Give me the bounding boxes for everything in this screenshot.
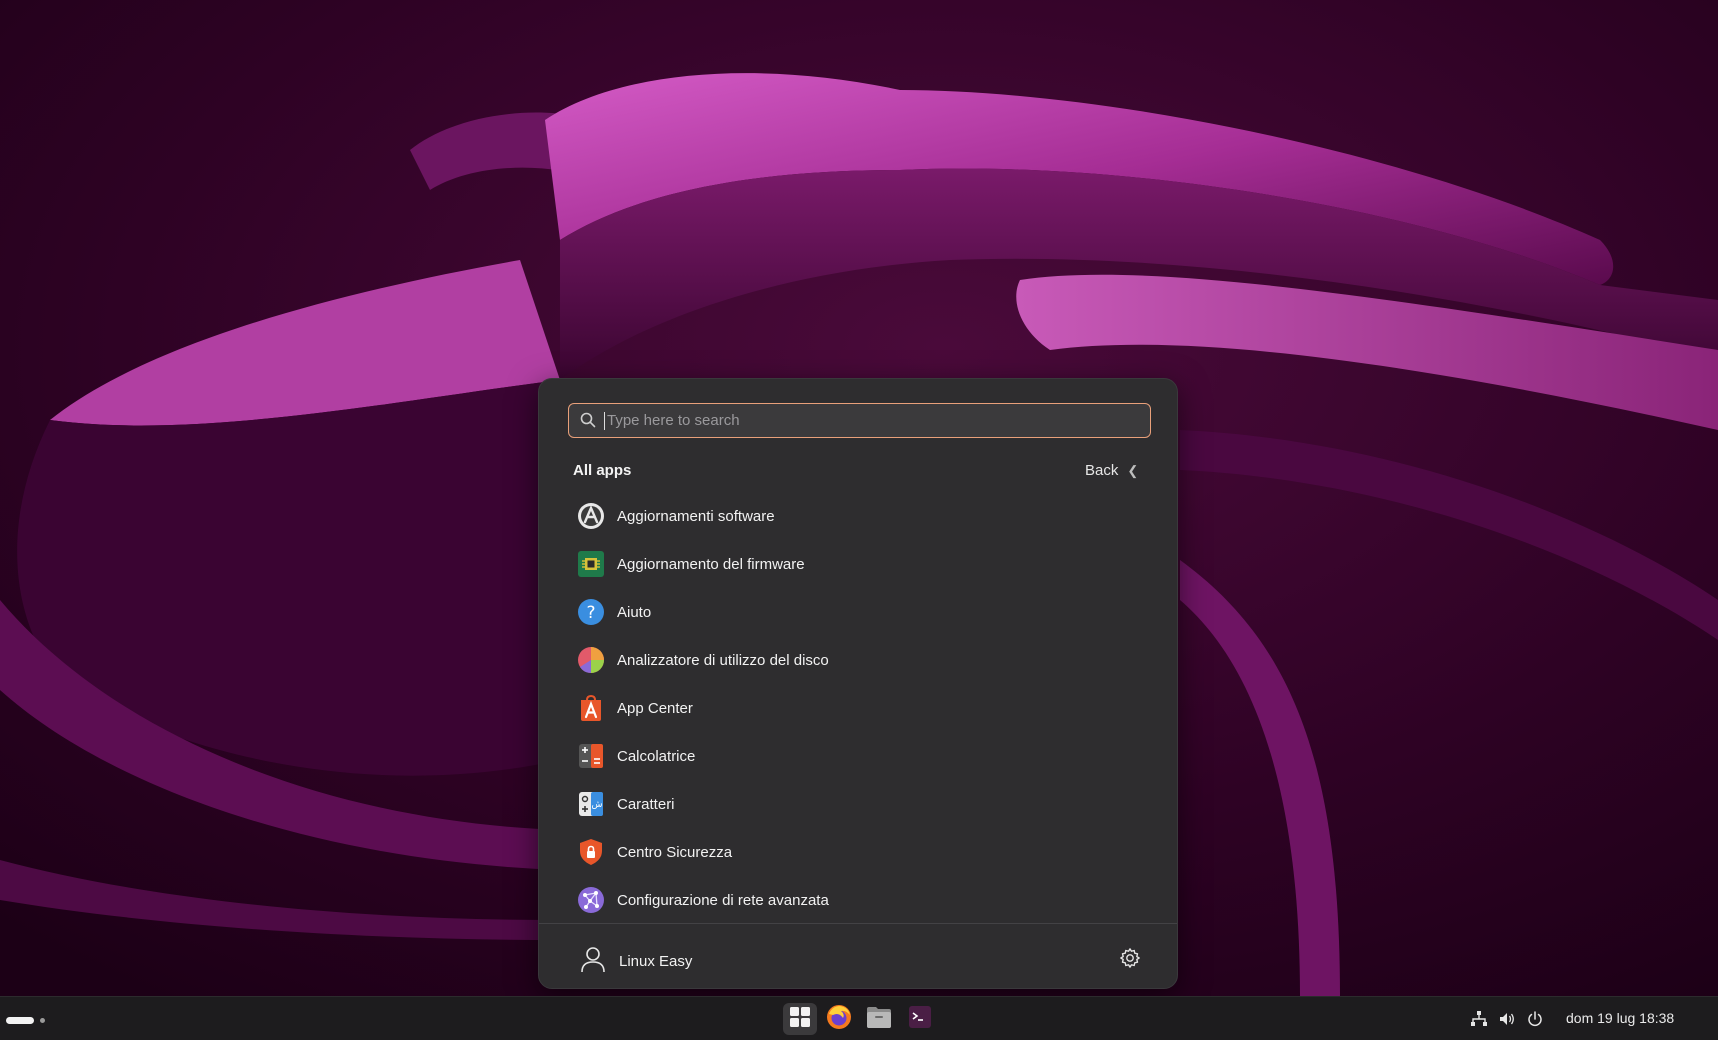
software-updater-icon [577,502,605,530]
apps-grid-icon [789,1006,811,1033]
clock[interactable]: dom 19 lug 18:38 [1566,1010,1674,1026]
settings-gear-button[interactable] [1119,947,1141,974]
workspace-indicator-active[interactable] [6,1017,34,1024]
back-label: Back [1085,462,1119,479]
volume-icon[interactable] [1498,1010,1516,1033]
app-label: Aggiornamenti software [617,507,775,525]
app-list: Aggiornamenti software Aggiornamento del… [573,492,1153,924]
app-item-centro-sicurezza[interactable]: Centro Sicurezza [573,828,1153,876]
network-config-icon [577,886,605,914]
app-item-aggiornamento-firmware[interactable]: Aggiornamento del firmware [573,540,1153,588]
calculator-icon [577,742,605,770]
app-item-analizzatore-disco[interactable]: Analizzatore di utilizzo del disco [573,636,1153,684]
app-item-calcolatrice[interactable]: Calcolatrice [573,732,1153,780]
app-label: Configurazione di rete avanzata [617,891,829,909]
apps-grid-button[interactable] [783,1003,817,1035]
files-launcher[interactable] [862,1003,896,1035]
app-item-aiuto[interactable]: ? Aiuto [573,588,1153,636]
section-title: All apps [573,462,632,479]
app-item-app-center[interactable]: App Center [573,684,1153,732]
app-label: App Center [617,699,693,717]
app-item-configurazione-rete[interactable]: Configurazione di rete avanzata [573,876,1153,924]
app-label: Aiuto [617,603,652,621]
files-icon [866,1005,892,1034]
svg-text:?: ? [586,603,595,623]
disk-usage-pie-icon [577,646,605,674]
app-label: Aggiornamento del firmware [617,555,805,573]
user-icon [579,945,607,978]
security-shield-icon [577,838,605,866]
text-cursor [604,412,605,430]
network-icon[interactable] [1470,1010,1488,1033]
app-label: Analizzatore di utilizzo del disco [617,651,829,669]
menu-divider [539,923,1177,924]
user-account-button[interactable]: Linux Easy [579,945,692,978]
user-name: Linux Easy [619,953,693,970]
gear-icon [1119,948,1141,973]
back-button[interactable]: Back ❮ [1085,462,1138,479]
terminal-launcher[interactable] [903,1003,937,1035]
app-menu-popup: Type here to search All apps Back ❮ Aggi… [538,378,1178,989]
svg-text:ش: ش [592,800,603,810]
power-icon[interactable] [1526,1010,1544,1033]
help-question-icon: ? [577,598,605,626]
workspace-indicator[interactable] [40,1018,45,1023]
app-label: Centro Sicurezza [617,843,733,861]
firefox-launcher[interactable] [822,1003,856,1035]
app-label: Calcolatrice [617,747,696,765]
firefox-icon [826,1004,852,1035]
app-item-aggiornamenti-software[interactable]: Aggiornamenti software [573,492,1153,540]
taskbar: dom 19 lug 18:38 [0,996,1718,1040]
search-input[interactable]: Type here to search [568,403,1151,438]
firmware-chip-icon [577,550,605,578]
terminal-icon [908,1005,932,1034]
app-center-icon [577,694,605,722]
chevron-left-icon: ❮ [1127,462,1139,478]
app-label: Caratteri [617,795,675,813]
app-item-caratteri[interactable]: ش Caratteri [573,780,1153,828]
characters-icon: ش [577,790,605,818]
search-placeholder: Type here to search [607,412,740,429]
search-icon [580,412,596,433]
